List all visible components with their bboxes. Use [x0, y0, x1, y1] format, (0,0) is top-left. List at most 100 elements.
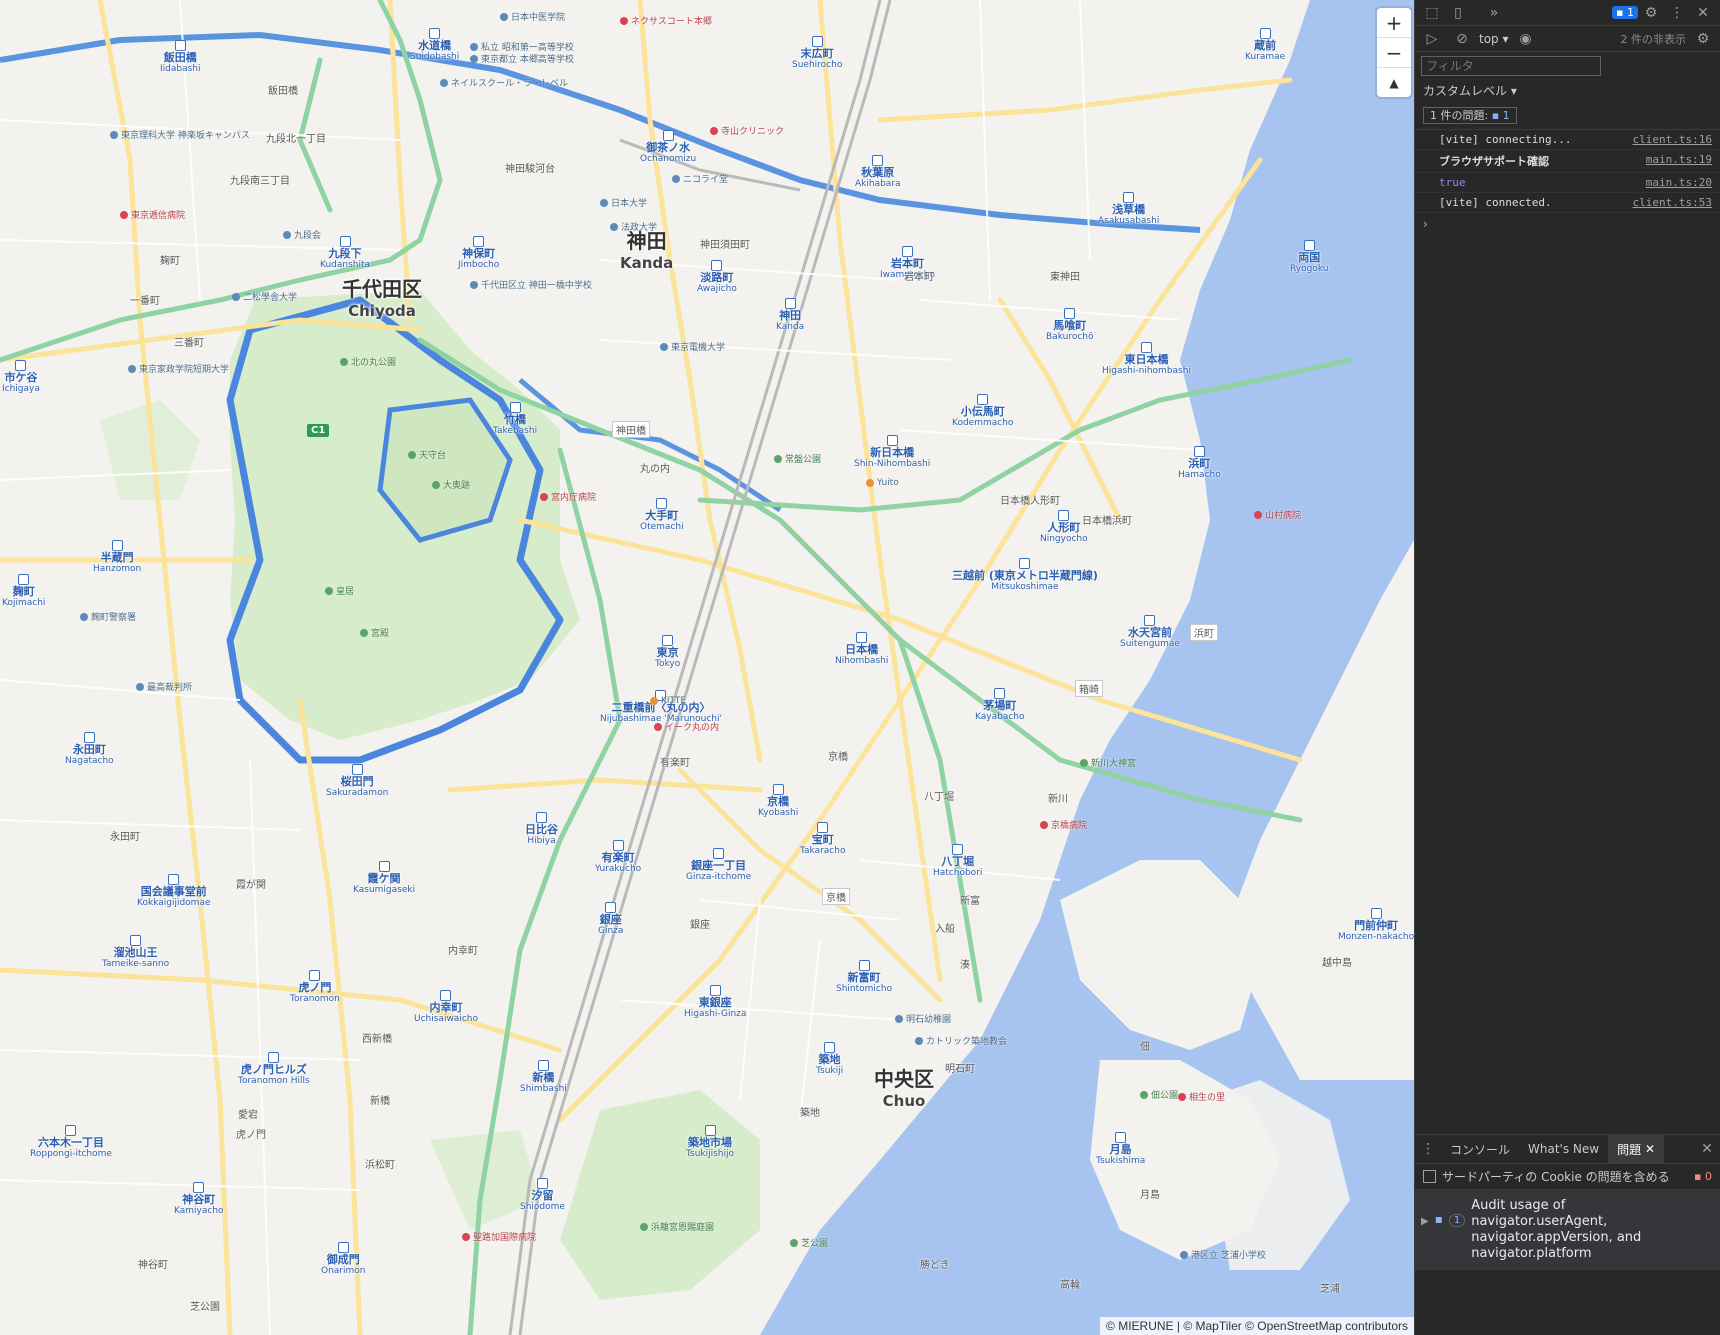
issue-row[interactable]: ▶ ▪ 1 Audit usage of navigator.userAgent…	[1415, 1190, 1720, 1270]
station-marker[interactable]: 両国 Ryogoku	[1290, 240, 1328, 274]
issues-counter[interactable]: ▪ 1	[1612, 6, 1638, 19]
station-marker[interactable]: 新橋 Shimbashi	[520, 1060, 567, 1094]
station-marker[interactable]: 東銀座 Higashi-Ginza	[684, 985, 746, 1019]
map-canvas[interactable]: 千代田区 Chiyoda 神田 Kanda 中央区 Chuo C1 神田橋 京橋…	[0, 0, 1414, 1335]
station-marker[interactable]: 水道橋 Suidobashi	[410, 28, 459, 62]
station-marker[interactable]: 水天宮前 Suitengumae	[1120, 615, 1180, 649]
poi-marker[interactable]: 芝公園	[790, 1236, 828, 1249]
station-marker[interactable]: 三越前 (東京メトロ半蔵門線) Mitsukoshimae	[952, 558, 1098, 592]
poi-marker[interactable]: 麹町警察署	[80, 610, 136, 623]
poi-marker[interactable]: ニコライ堂	[672, 172, 728, 185]
poi-marker[interactable]: 東京理科大学 神楽坂キャンパス	[110, 128, 250, 141]
poi-marker[interactable]: 最高裁判所	[136, 680, 192, 693]
station-marker[interactable]: 銀座 Ginza	[598, 902, 623, 936]
poi-marker[interactable]: 日本大学	[600, 196, 647, 209]
console-prompt[interactable]: ›	[1415, 213, 1720, 235]
station-marker[interactable]: 浜町 Hamacho	[1178, 446, 1221, 480]
settings-gear-icon[interactable]: ⚙	[1638, 0, 1664, 26]
station-marker[interactable]: 内幸町 Uchisaiwaicho	[414, 990, 478, 1024]
station-marker[interactable]: 有楽町 Yurakucho	[595, 840, 641, 874]
station-marker[interactable]: 東日本橋 Higashi-nihombashi	[1102, 342, 1191, 376]
poi-marker[interactable]: 常盤公園	[774, 452, 821, 465]
poi-marker[interactable]: 二松學舎大学	[232, 290, 297, 303]
station-marker[interactable]: 門前仲町 Monzen-nakacho	[1338, 908, 1414, 942]
station-marker[interactable]: 新日本橋 Shin-Nihombashi	[854, 435, 930, 469]
station-marker[interactable]: 神谷町 Kamiyacho	[174, 1182, 224, 1216]
sidebar-toggle-icon[interactable]: ▷	[1419, 26, 1445, 52]
poi-marker[interactable]: 佃公園	[1140, 1088, 1178, 1101]
poi-marker[interactable]: 宮内庁病院	[540, 490, 596, 503]
console-source-link[interactable]: client.ts:16	[1633, 133, 1712, 146]
poi-marker[interactable]: 法政大学	[610, 220, 657, 233]
station-marker[interactable]: 神保町 Jimbocho	[458, 236, 499, 270]
clear-console-icon[interactable]: ⊘	[1449, 26, 1475, 52]
station-marker[interactable]: 竹橋 Takebashi	[493, 402, 537, 436]
poi-marker[interactable]: 東京家政学院短期大学	[128, 362, 229, 375]
station-marker[interactable]: 飯田橋 Iidabashi	[160, 40, 201, 74]
map-attribution[interactable]: © MIERUNE | © MapTiler © OpenStreetMap c…	[1100, 1317, 1414, 1335]
poi-marker[interactable]: 東京逓信病院	[120, 208, 185, 221]
zoom-in-button[interactable]: +	[1377, 8, 1411, 38]
station-marker[interactable]: 浅草橋 Asakusabashi	[1098, 192, 1159, 226]
third-party-cookie-checkbox[interactable]	[1423, 1170, 1436, 1183]
poi-marker[interactable]: 京橋病院	[1040, 818, 1087, 831]
station-marker[interactable]: 秋葉原 Akihabara	[855, 155, 901, 189]
station-marker[interactable]: 宝町 Takaracho	[800, 822, 845, 856]
station-marker[interactable]: 築地 Tsukiji	[816, 1042, 843, 1076]
kebab-menu-icon[interactable]: ⋮	[1664, 0, 1690, 26]
console-source-link[interactable]: main.ts:20	[1646, 176, 1712, 189]
poi-marker[interactable]: 相生の里	[1178, 1090, 1225, 1103]
poi-marker[interactable]: 九段会	[283, 228, 321, 241]
live-expression-eye-icon[interactable]: ◉	[1513, 26, 1539, 52]
console-settings-gear-icon[interactable]: ⚙	[1690, 26, 1716, 52]
close-drawer-icon[interactable]: ✕	[1694, 1136, 1720, 1162]
context-selector[interactable]: top ▾	[1479, 32, 1509, 46]
station-marker[interactable]: 国会議事堂前 Kokkaigijidomae	[137, 874, 211, 908]
station-marker[interactable]: 大手町 Otemachi	[640, 498, 684, 532]
station-marker[interactable]: 月島 Tsukishima	[1096, 1132, 1145, 1166]
station-marker[interactable]: 溜池山王 Tameike-sanno	[102, 935, 169, 969]
poi-marker[interactable]: 港区立 芝浦小学校	[1180, 1248, 1266, 1261]
poi-marker[interactable]: 東京都立 本郷高等学校	[470, 52, 574, 65]
poi-marker[interactable]: 東京電機大学	[660, 340, 725, 353]
station-marker[interactable]: 日比谷 Hibiya	[525, 812, 558, 846]
close-devtools-icon[interactable]: ✕	[1690, 0, 1716, 26]
poi-marker[interactable]: ネクサスコート本郷	[620, 14, 712, 27]
zoom-out-button[interactable]: −	[1377, 38, 1411, 68]
station-marker[interactable]: 麹町 Kojimachi	[2, 574, 45, 608]
station-marker[interactable]: 桜田門 Sakuradamon	[326, 764, 388, 798]
station-marker[interactable]: 人形町 Ningyocho	[1040, 510, 1088, 544]
station-marker[interactable]: 霞ケ関 Kasumigaseki	[353, 861, 415, 895]
expand-arrow-icon[interactable]: ▶	[1421, 1216, 1429, 1227]
poi-marker[interactable]: 大奥跡	[432, 478, 470, 491]
station-marker[interactable]: 小伝馬町 Kodemmacho	[952, 394, 1013, 428]
station-marker[interactable]: 東京 Tokyo	[655, 635, 680, 669]
poi-marker[interactable]: 皇居	[325, 584, 354, 597]
poi-marker[interactable]: 千代田区立 神田一橋中学校	[470, 278, 592, 291]
poi-marker[interactable]: Yuito	[866, 478, 899, 488]
poi-marker[interactable]: カトリック築地教会	[915, 1034, 1007, 1047]
station-marker[interactable]: 虎ノ門 Toranomon	[290, 970, 340, 1004]
poi-marker[interactable]: 宮殿	[360, 626, 389, 639]
station-marker[interactable]: 新富町 Shintomicho	[836, 960, 892, 994]
station-marker[interactable]: 蔵前 Kuramae	[1245, 28, 1285, 62]
issues-link[interactable]: 1 件の問題: ▪ 1	[1423, 107, 1517, 124]
drawer-menu-icon[interactable]: ⋮	[1415, 1136, 1441, 1162]
station-marker[interactable]: 虎ノ門ヒルズ Toranomon Hills	[238, 1052, 310, 1086]
poi-marker[interactable]: 浜離宮恩賜庭園	[640, 1220, 714, 1233]
station-marker[interactable]: 永田町 Nagatacho	[65, 732, 114, 766]
station-marker[interactable]: 御成門 Onarimon	[321, 1242, 365, 1276]
console-source-link[interactable]: main.ts:19	[1646, 153, 1712, 169]
poi-marker[interactable]: 北の丸公園	[340, 355, 396, 368]
compass-button[interactable]: ▲	[1377, 68, 1411, 97]
station-marker[interactable]: 御茶ノ水 Ochanomizu	[640, 130, 696, 164]
poi-marker[interactable]: ネイルスクール・ラ・レベル	[440, 76, 568, 89]
poi-marker[interactable]: 天守台	[408, 448, 446, 461]
station-marker[interactable]: 九段下 Kudanshita	[320, 236, 370, 270]
station-marker[interactable]: 京橋 Kyobashi	[758, 784, 798, 818]
station-marker[interactable]: 銀座一丁目 Ginza-itchome	[686, 848, 751, 882]
level-selector[interactable]: カスタムレベル ▾	[1415, 80, 1720, 101]
station-marker[interactable]: 市ケ谷 Ichigaya	[2, 360, 40, 394]
station-marker[interactable]: 汐留 Shiodome	[520, 1178, 565, 1212]
poi-marker[interactable]: 寺山クリニック	[710, 124, 784, 137]
